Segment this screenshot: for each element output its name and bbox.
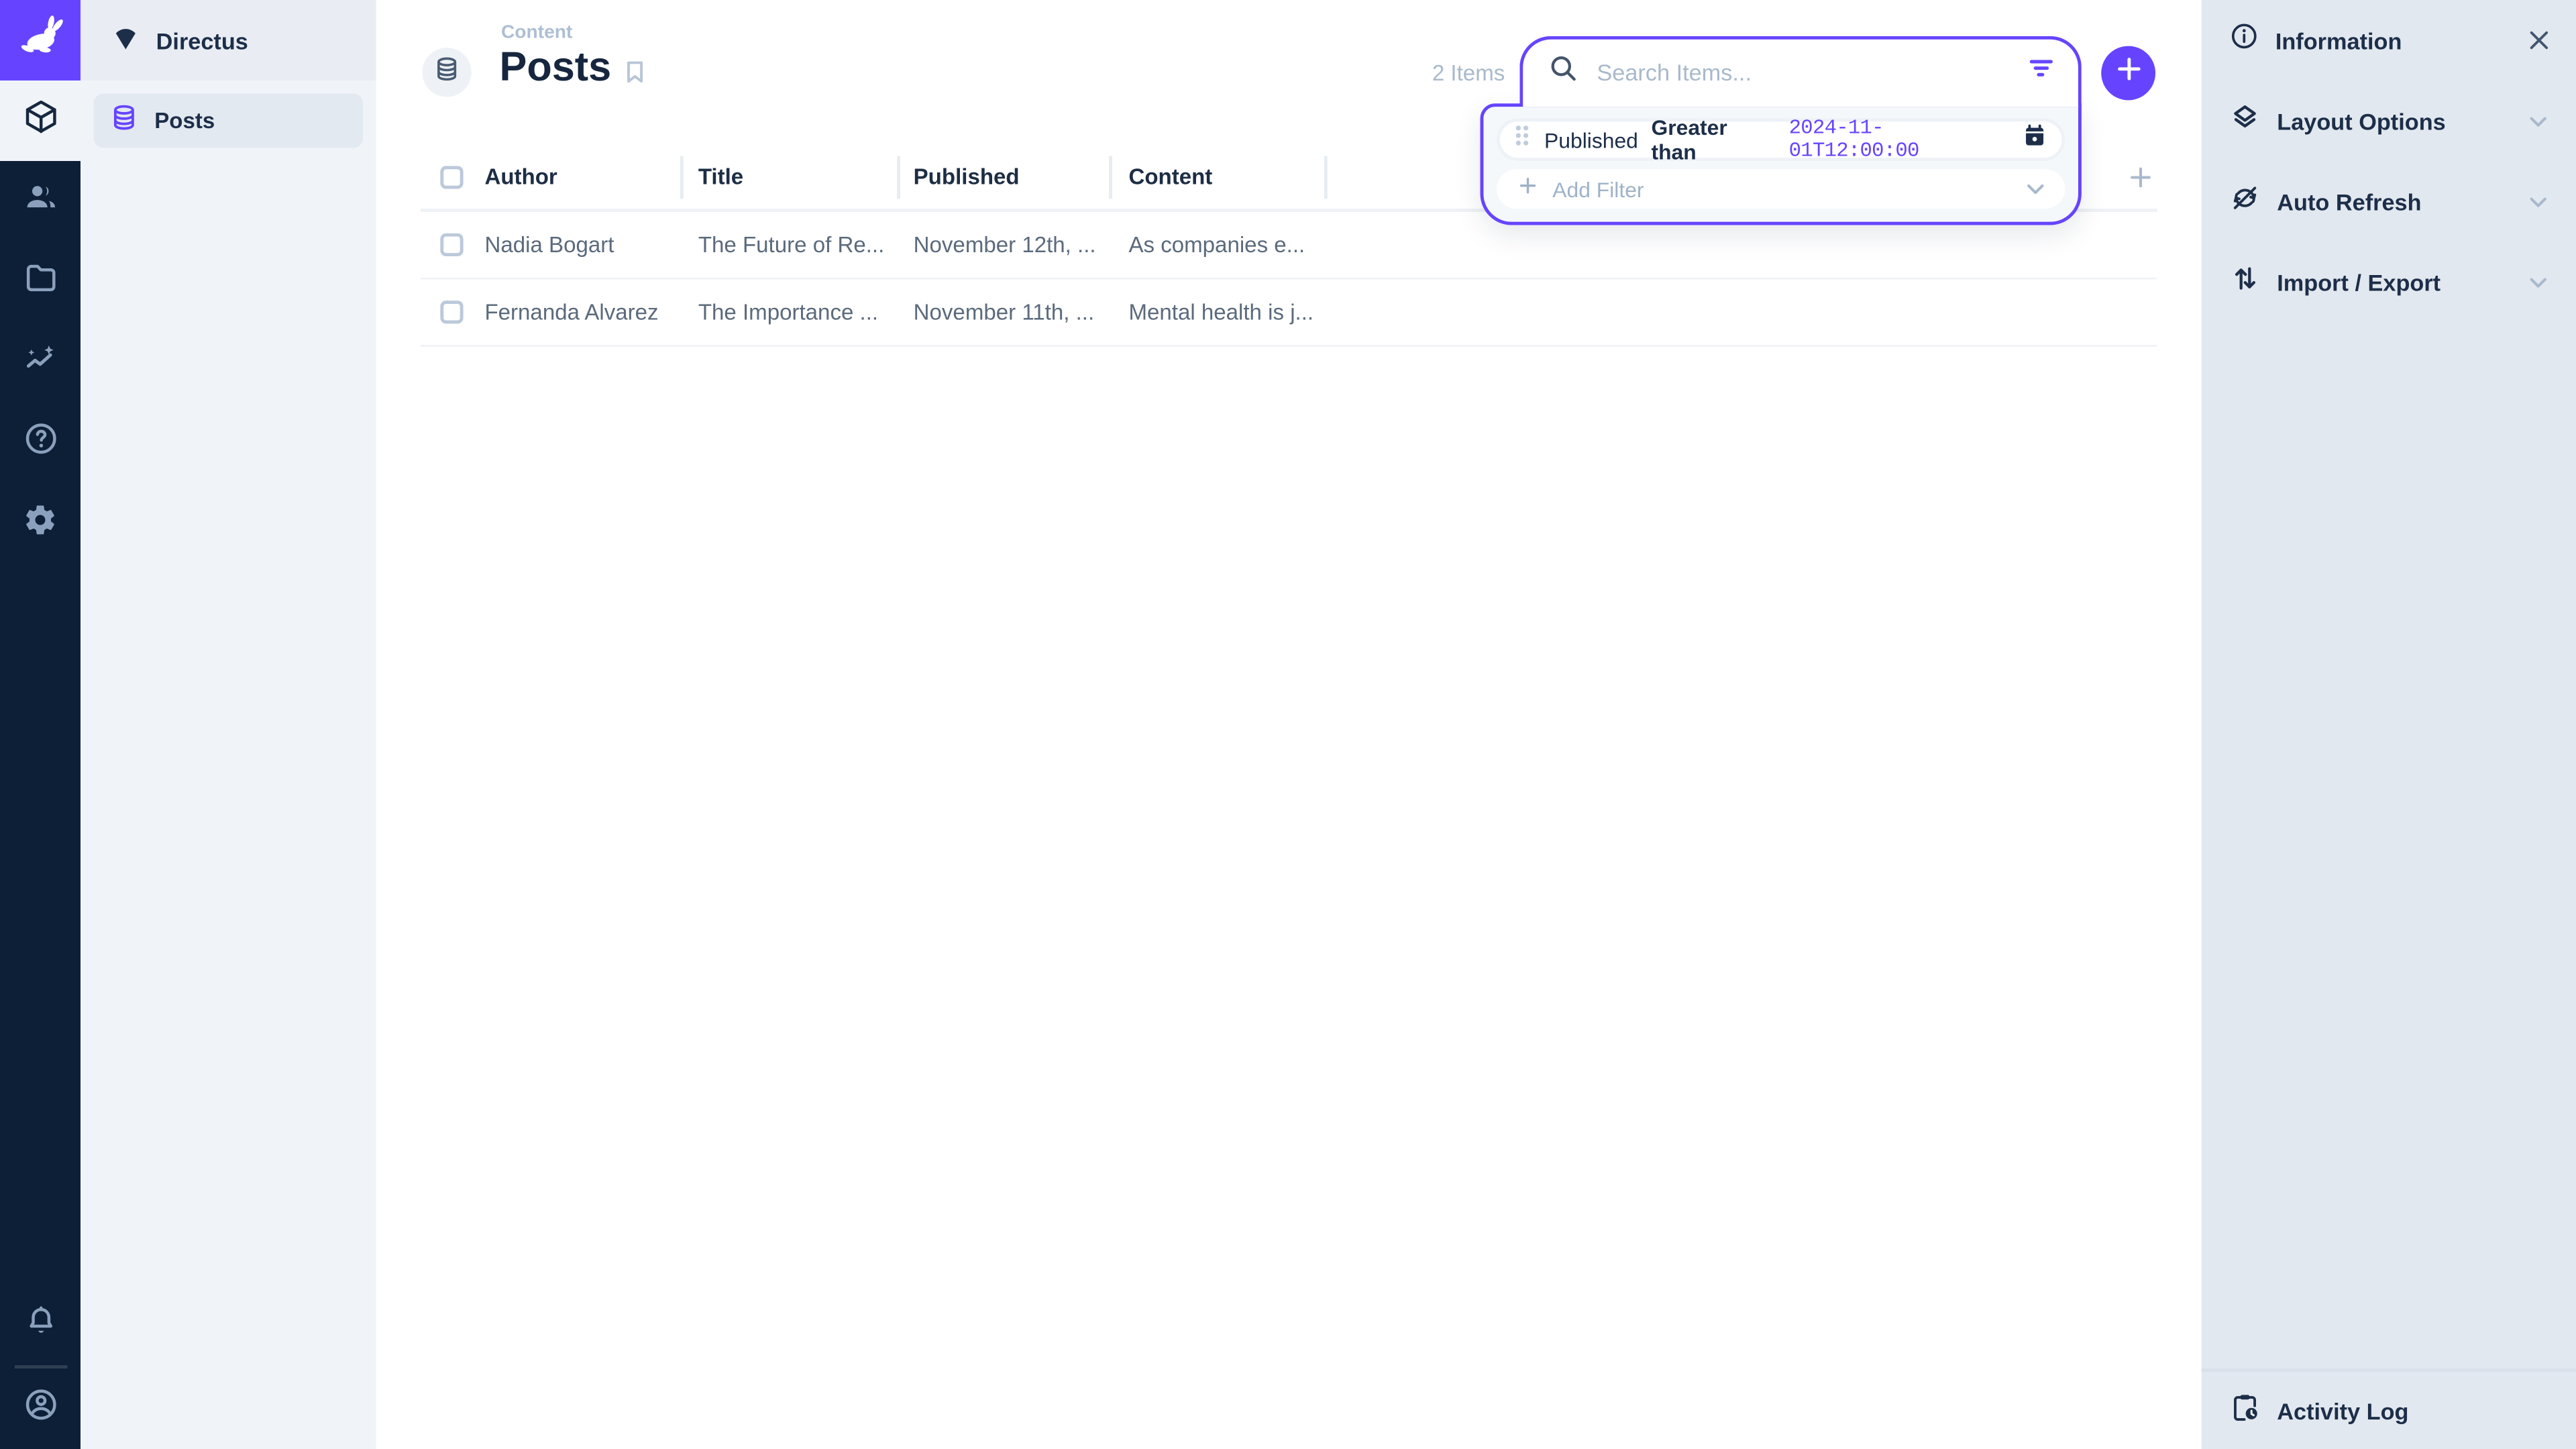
database-icon [434, 55, 460, 89]
module-settings[interactable] [0, 483, 80, 564]
nav-item-posts[interactable]: Posts [94, 94, 364, 148]
sidebar-section-layout-options[interactable]: Layout Options [2202, 80, 2576, 161]
column-header-published[interactable]: Published [914, 164, 1020, 189]
cell-published: November 11th, ... [914, 300, 1095, 325]
module-files[interactable] [0, 241, 80, 322]
module-help[interactable] [0, 402, 80, 483]
row-checkbox[interactable] [440, 301, 463, 323]
column-resize-handle[interactable] [897, 156, 900, 199]
filter-dropdown: Published Greater than 2024-11-01T12:00:… [1481, 103, 2082, 225]
breadcrumb[interactable]: Content [501, 23, 572, 42]
activity-log-button[interactable]: Activity Log [2202, 1368, 2576, 1449]
row-checkbox[interactable] [440, 233, 463, 256]
add-item-button[interactable] [2101, 46, 2155, 101]
activity-log-label: Activity Log [2277, 1397, 2548, 1424]
sidebar-section-auto-refresh[interactable]: Auto Refresh [2202, 161, 2576, 241]
column-header-content[interactable]: Content [1128, 164, 1212, 189]
avatar-icon [22, 1387, 58, 1431]
sidebar-section-label: Information [2275, 27, 2509, 53]
filter-value[interactable]: 2024-11-01T12:00:00 [1789, 117, 2009, 163]
column-resize-handle[interactable] [1109, 156, 1112, 199]
sidebar-section-import-export[interactable]: Import / Export [2202, 241, 2576, 322]
sidebar-section-label: Layout Options [2277, 107, 2507, 133]
bookmark-icon [621, 58, 649, 94]
cell-author: Nadia Bogart [484, 233, 614, 258]
filter-field[interactable]: Published [1544, 127, 1638, 152]
calendar-icon[interactable] [2023, 123, 2047, 156]
insights-icon [22, 340, 58, 384]
project-name: Directus [156, 27, 248, 53]
project-wedge-icon [110, 21, 142, 60]
module-bar-bottom [0, 1285, 80, 1449]
search-filter-panel: Published Greater than 2024-11-01T12:00:… [1481, 36, 2082, 225]
column-header-title[interactable]: Title [698, 164, 743, 189]
cell-content: Mental health is j... [1128, 300, 1313, 325]
plus-icon [1516, 173, 1539, 205]
module-content[interactable] [0, 80, 80, 161]
collection-icon-circle [422, 48, 471, 97]
cube-icon [22, 99, 58, 143]
info-icon [2229, 21, 2259, 59]
module-users[interactable] [0, 161, 80, 241]
notifications-button[interactable] [0, 1285, 80, 1365]
page-title: Posts [499, 44, 611, 92]
right-sidebar: Information Layout Options [2202, 0, 2576, 1449]
module-insights[interactable] [0, 322, 80, 402]
filter-list-icon [2026, 52, 2057, 92]
account-button[interactable] [0, 1368, 80, 1449]
cell-title: The Future of Re... [698, 233, 885, 258]
nav-sidebar: Directus Posts [80, 0, 376, 1449]
chevron-down-icon[interactable] [2524, 186, 2553, 216]
filter-toggle-button[interactable] [2026, 52, 2057, 92]
database-icon [110, 103, 138, 139]
bookmark-button[interactable] [621, 58, 649, 94]
cell-title: The Importance ... [698, 300, 878, 325]
column-header-author[interactable]: Author [484, 164, 557, 189]
nav-item-label: Posts [154, 109, 215, 133]
chevron-down-icon[interactable] [2021, 174, 2050, 212]
cell-author: Fernanda Alvarez [484, 300, 658, 325]
column-resize-handle[interactable] [680, 156, 684, 199]
sync-disabled-icon [2229, 182, 2261, 221]
bell-icon [22, 1303, 58, 1347]
main-content: Content Posts 2 Items [376, 0, 2202, 1449]
help-icon [22, 421, 58, 465]
close-icon[interactable] [2525, 26, 2553, 54]
add-column-button[interactable] [2126, 162, 2155, 192]
project-header[interactable]: Directus [80, 0, 376, 80]
search-icon [1548, 52, 1579, 92]
import-export-icon [2229, 262, 2261, 302]
sidebar-section-information[interactable]: Information [2202, 0, 2576, 80]
clipboard-clock-icon [2229, 1391, 2261, 1430]
sidebar-section-label: Import / Export [2277, 268, 2507, 294]
select-all-checkbox[interactable] [440, 166, 463, 189]
search-bar [1519, 36, 2082, 107]
add-filter-button[interactable]: Add Filter [1497, 169, 2065, 209]
search-input[interactable] [1594, 58, 2011, 87]
table-row[interactable]: Fernanda Alvarez The Importance ... Nove… [421, 279, 2157, 346]
directus-logo-button[interactable] [0, 0, 80, 80]
chevron-down-icon[interactable] [2524, 267, 2553, 297]
plus-icon [2112, 52, 2145, 93]
sidebar-section-label: Auto Refresh [2277, 188, 2507, 214]
cell-content: As companies e... [1128, 233, 1305, 258]
add-filter-label: Add Filter [1552, 176, 1644, 201]
gear-icon [23, 502, 57, 545]
directus-app: Directus Posts Content [0, 0, 2576, 1449]
rabbit-logo-icon [15, 11, 66, 70]
chevron-down-icon[interactable] [2524, 106, 2553, 136]
filter-rule-chip[interactable]: Published Greater than 2024-11-01T12:00:… [1497, 118, 2065, 161]
cell-published: November 12th, ... [914, 233, 1096, 258]
drag-handle-icon[interactable] [1513, 123, 1532, 156]
people-icon [22, 179, 58, 223]
column-resize-handle[interactable] [1324, 156, 1328, 199]
layers-icon [2229, 101, 2261, 141]
filter-operator[interactable]: Greater than [1651, 115, 1776, 164]
folder-icon [22, 260, 58, 304]
module-bar [0, 0, 80, 1449]
